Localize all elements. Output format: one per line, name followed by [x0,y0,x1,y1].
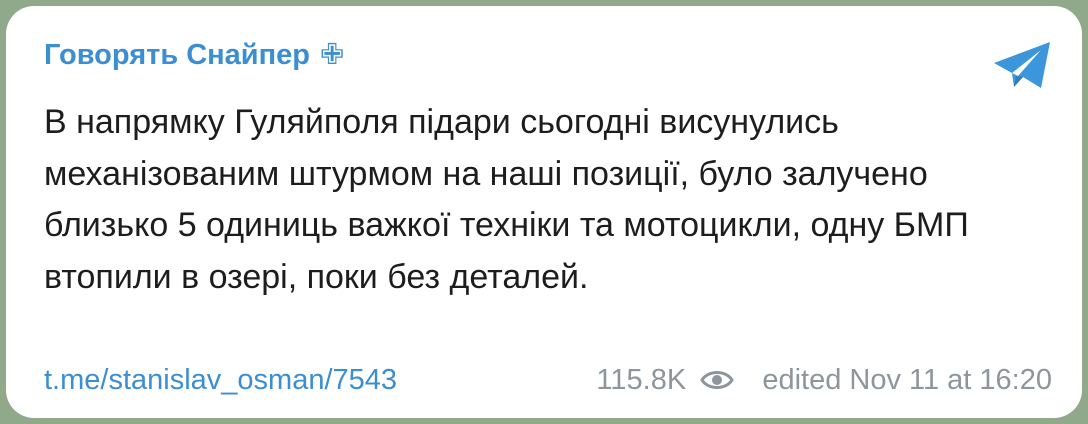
eye-icon [700,371,735,389]
message-text: В напрямку Гуляйполя підари сьогодні вис… [44,103,969,296]
message-footer: t.me/stanislav_osman/7543 115.8K edited … [44,360,1052,400]
message-card: Говорять Снайпер ✙ В напрямку Гуляйполя … [6,6,1082,418]
cross-badge-icon: ✙ [320,39,345,71]
view-count: 115.8K [596,364,687,396]
channel-name-link[interactable]: Говорять Снайпер ✙ [44,38,1082,72]
message-meta: 115.8K edited Nov 11 at 16:20 [596,360,1052,400]
telegram-icon[interactable] [992,40,1054,92]
edited-timestamp: edited Nov 11 at 16:20 [762,364,1052,396]
channel-name[interactable]: Говорять Снайпер [44,39,310,71]
post-link[interactable]: t.me/stanislav_osman/7543 [44,360,397,400]
